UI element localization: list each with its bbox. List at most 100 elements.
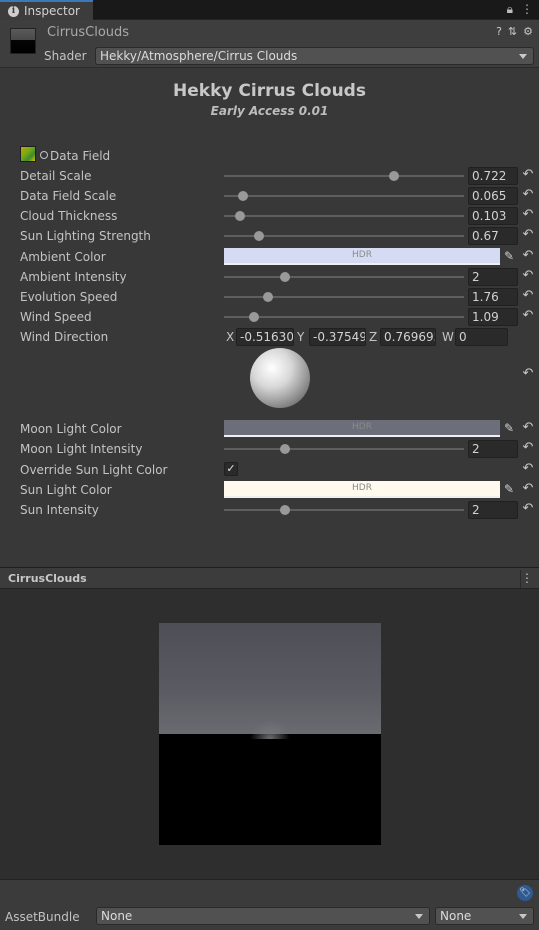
reset-icon[interactable]: ↶ <box>521 309 535 323</box>
slider-track[interactable] <box>224 505 464 515</box>
z-field[interactable]: 0.769695 <box>380 328 436 346</box>
kebab-menu-icon[interactable]: ⋮ <box>521 571 533 585</box>
chevron-down-icon <box>415 914 423 919</box>
eyedropper-icon[interactable]: ✎ <box>502 421 516 435</box>
preview-header[interactable]: CirrusClouds ⋮ <box>0 567 539 589</box>
x-field[interactable]: -0.51630 <box>236 328 294 346</box>
slider-label: Moon Light Intensity <box>20 442 143 456</box>
hdr-label: HDR <box>352 483 372 493</box>
slider-handle[interactable] <box>238 191 249 201</box>
assetbundle-dropdown[interactable]: None <box>96 907 430 925</box>
slider-handle[interactable] <box>263 292 274 302</box>
value-field[interactable]: 2 <box>468 268 518 286</box>
slider-track[interactable] <box>224 292 464 302</box>
slider-handle[interactable] <box>253 231 264 241</box>
z-label: Z <box>369 330 378 344</box>
override-sun-checkbox[interactable]: ✓ <box>224 462 238 476</box>
value-field[interactable]: 0.065 <box>468 187 518 205</box>
slider-track[interactable] <box>224 211 464 221</box>
reset-icon[interactable]: ↶ <box>521 482 535 496</box>
reset-icon[interactable]: ↶ <box>521 249 535 263</box>
slider-track[interactable] <box>224 272 464 282</box>
preview-image[interactable] <box>159 623 381 845</box>
reset-icon[interactable]: ↶ <box>521 208 535 222</box>
object-picker-icon[interactable] <box>40 151 48 159</box>
reset-icon[interactable]: ↶ <box>521 421 535 435</box>
value-field[interactable]: 0.722 <box>468 167 518 185</box>
slider-handle[interactable] <box>234 211 245 221</box>
variant-value: None <box>440 909 472 923</box>
reset-icon[interactable]: ↶ <box>521 168 535 182</box>
value-field[interactable]: 0.103 <box>468 207 518 225</box>
slider-row: Wind Speed 1.09 ↶ <box>0 307 539 327</box>
w-field[interactable]: 0 <box>455 328 508 346</box>
ambient-color-label: Ambient Color <box>20 250 106 264</box>
slider-track[interactable] <box>224 312 464 322</box>
reset-icon[interactable]: ↶ <box>521 462 535 476</box>
tab-inspector[interactable]: i Inspector <box>0 0 93 20</box>
value-field[interactable]: 2 <box>468 440 518 458</box>
variant-dropdown[interactable]: None <box>435 907 534 925</box>
slider-handle[interactable] <box>389 171 400 181</box>
reset-icon[interactable]: ↶ <box>521 269 535 283</box>
reset-icon[interactable]: ↶ <box>521 289 535 303</box>
direction-sphere-gizmo[interactable] <box>250 348 310 408</box>
material-header: CirrusClouds ? ⇅ ⚙ Shader Hekky/Atmosphe… <box>0 20 539 68</box>
preset-icon[interactable]: ⇅ <box>508 25 517 38</box>
tab-bar: i Inspector 🔒︎ ⋮ <box>0 0 539 20</box>
slider-label: Wind Speed <box>20 310 92 324</box>
w-label: W <box>442 330 454 344</box>
kebab-menu-icon[interactable]: ⋮ <box>521 2 533 17</box>
material-name: CirrusClouds <box>47 25 130 40</box>
moon-color-swatch[interactable]: HDR <box>224 420 500 437</box>
slider-row: Detail Scale 0.722 ↶ <box>0 166 539 186</box>
slider-label: Ambient Intensity <box>20 270 127 284</box>
preview-sky <box>159 623 381 734</box>
slider-track[interactable] <box>224 191 464 201</box>
slider-row: Sun Intensity 2 ↶ <box>0 500 539 520</box>
tag-icon[interactable]: 🏷︎ <box>517 885 533 901</box>
slider-track[interactable] <box>224 444 464 454</box>
x-label: X <box>226 330 235 344</box>
shader-value: Hekky/Atmosphere/Cirrus Clouds <box>100 49 298 63</box>
reset-icon[interactable]: ↶ <box>521 228 535 242</box>
slider-row: Ambient Intensity 2 ↶ <box>0 267 539 287</box>
assetbundle-value: None <box>101 909 133 923</box>
reset-icon[interactable]: ↶ <box>521 188 535 202</box>
assetbundle-label: AssetBundle <box>5 910 80 924</box>
slider-row: Cloud Thickness 0.103 ↶ <box>0 206 539 226</box>
slider-track[interactable] <box>224 171 464 181</box>
value-field[interactable]: 2 <box>468 501 518 519</box>
lock-icon[interactable]: 🔒︎ <box>507 2 513 17</box>
sun-color-swatch[interactable]: HDR <box>224 481 500 498</box>
reset-icon[interactable]: ↶ <box>521 502 535 516</box>
slider-handle[interactable] <box>280 444 291 454</box>
preview-title: CirrusClouds <box>8 572 87 585</box>
material-preview[interactable] <box>0 589 539 879</box>
slider-label: Sun Lighting Strength <box>20 229 151 243</box>
hdr-label: HDR <box>352 422 372 432</box>
assetbundle-footer: 🏷︎ AssetBundle None None <box>0 879 539 930</box>
sun-color-label: Sun Light Color <box>20 483 112 497</box>
value-field[interactable]: 1.76 <box>468 288 518 306</box>
slider-handle[interactable] <box>249 312 259 322</box>
slider-track[interactable] <box>224 231 464 241</box>
reset-icon[interactable]: ↶ <box>521 441 535 455</box>
eyedropper-icon[interactable]: ✎ <box>502 249 516 263</box>
tab-label: Inspector <box>24 4 80 18</box>
value-field[interactable]: 0.67 <box>468 227 518 245</box>
slider-handle[interactable] <box>280 272 291 282</box>
data-field-row: Data Field <box>0 146 539 166</box>
slider-handle[interactable] <box>280 505 291 515</box>
eyedropper-icon[interactable]: ✎ <box>502 482 516 496</box>
shader-dropdown[interactable]: Hekky/Atmosphere/Cirrus Clouds <box>95 47 534 65</box>
ambient-color-swatch[interactable]: HDR <box>224 248 500 265</box>
settings-icon[interactable]: ⚙ <box>523 25 533 38</box>
value-field[interactable]: 1.09 <box>468 308 518 326</box>
reset-icon[interactable]: ↶ <box>521 367 535 381</box>
texture-thumbnail[interactable] <box>20 146 36 162</box>
help-icon[interactable]: ? <box>496 25 502 38</box>
wind-direction-row: Wind Direction X -0.51630 Y -0.37549 Z 0… <box>0 327 539 347</box>
y-field[interactable]: -0.37549 <box>309 328 366 346</box>
override-sun-row: Override Sun Light Color ✓ ↶ <box>0 460 539 480</box>
